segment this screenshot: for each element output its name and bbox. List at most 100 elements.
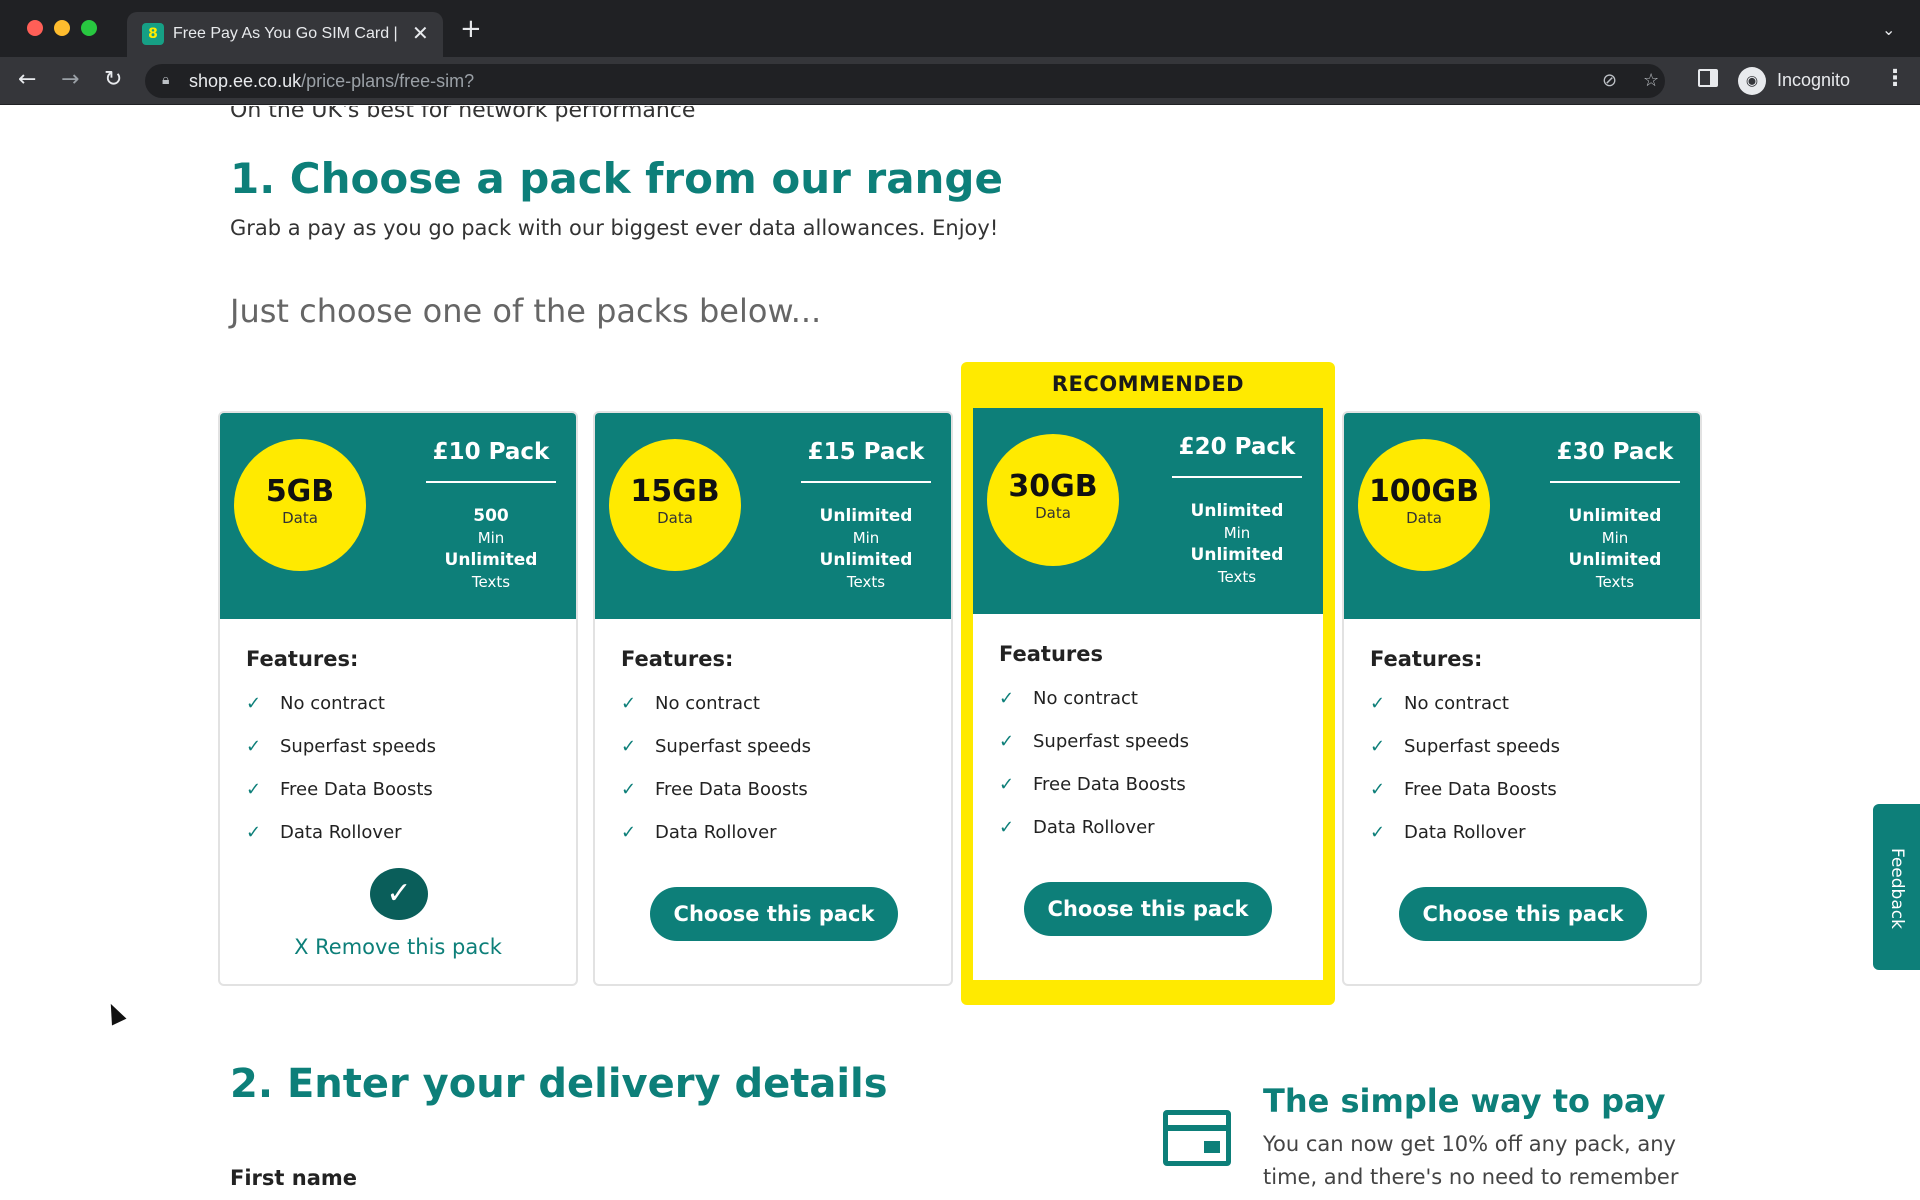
choose-prompt: Just choose one of the packs below... xyxy=(230,292,822,330)
data-amount: 15GB xyxy=(630,474,720,509)
data-allowance-badge: 100GB Data xyxy=(1358,439,1490,571)
feature-item: ✓ No contract xyxy=(246,693,385,714)
data-allowance-badge: 5GB Data xyxy=(234,439,366,571)
features-list: Features ✓ No contract ✓ Superfast speeds … xyxy=(999,642,1189,860)
pack-card-body: 30GB Data £20 Pack Unlimited Min Unlimit… xyxy=(973,408,1323,980)
texts-value: Unlimited xyxy=(1190,545,1284,565)
texts-label: Texts xyxy=(471,573,511,591)
data-amount: 5GB xyxy=(265,474,335,509)
check-icon: ✓ xyxy=(246,822,262,843)
data-label: Data xyxy=(657,509,693,527)
features-title: Features: xyxy=(621,647,734,671)
browser-tab-bar: 8 Free Pay As You Go SIM Card | ✕ + ⌄ xyxy=(0,0,1920,57)
check-icon: ✓ xyxy=(1370,779,1386,800)
pack-name: £10 Pack xyxy=(426,437,556,483)
minutes-label: Min xyxy=(852,529,880,547)
pack-name: £30 Pack xyxy=(1550,437,1680,483)
pack-header: 30GB Data £20 Pack Unlimited Min Unlimit… xyxy=(973,408,1323,614)
data-amount: 100GB xyxy=(1368,474,1480,509)
forward-arrow-icon[interactable]: → xyxy=(61,67,79,93)
tab-title: Free Pay As You Go SIM Card | xyxy=(173,25,398,42)
section-heading-delivery: 2. Enter your delivery details xyxy=(230,1061,888,1107)
features-title: Features xyxy=(999,642,1103,666)
address-bar[interactable]: 🔒︎ shop.ee.co.uk/price-plans/free-sim? ⊘… xyxy=(145,64,1665,98)
check-icon: ✓ xyxy=(1370,693,1386,714)
choose-pack-button[interactable]: Choose this pack xyxy=(650,887,898,941)
check-icon: ✓ xyxy=(1370,822,1386,843)
check-icon: ✓ xyxy=(246,693,262,714)
incognito-label[interactable]: Incognito xyxy=(1777,70,1850,91)
feature-item: ✓ Data Rollover xyxy=(621,822,777,843)
lock-icon: 🔒︎ xyxy=(162,72,170,88)
url-text: shop.ee.co.uk/price-plans/free-sim? xyxy=(189,71,475,91)
pack-card-30: 100GB Data £30 Pack Unlimited Min Unlimi… xyxy=(1342,411,1702,986)
features-title: Features: xyxy=(1370,647,1483,671)
section-subtext: Grab a pay as you go pack with our bigge… xyxy=(230,216,999,240)
remove-pack-link[interactable]: X Remove this pack xyxy=(220,935,576,959)
feature-item: ✓ Superfast speeds xyxy=(1370,736,1561,757)
pack-card-10: 5GB Data £10 Pack 500 Min Unlimited Text… xyxy=(218,411,578,986)
feature-item: ✓ Superfast speeds xyxy=(999,731,1190,752)
reload-icon[interactable]: ↻ xyxy=(104,67,122,93)
pack-allowances: £30 Pack Unlimited Min Unlimited Texts xyxy=(1550,437,1680,593)
features-list: Features: ✓ No contract ✓ Superfast speeds… xyxy=(621,647,811,865)
data-amount: 30GB xyxy=(1008,469,1098,504)
pack-header: 5GB Data £10 Pack 500 Min Unlimited Text… xyxy=(220,413,576,619)
texts-label: Texts xyxy=(1217,568,1257,586)
minutes-label: Min xyxy=(1223,524,1251,542)
browser-toolbar: ← → ↻ 🔒︎ shop.ee.co.uk/price-plans/free-… xyxy=(0,57,1920,105)
minutes-label: Min xyxy=(1601,529,1629,547)
check-icon: ✓ xyxy=(246,779,262,800)
page-content: On the UK's best for network performance… xyxy=(0,106,1920,1200)
choose-pack-button[interactable]: Choose this pack xyxy=(1399,887,1647,941)
check-icon: ✓ xyxy=(999,774,1015,795)
minutes-value: Unlimited xyxy=(1568,506,1662,526)
close-window-button[interactable] xyxy=(27,20,43,36)
pack-card-15: 15GB Data £15 Pack Unlimited Min Unlimit… xyxy=(593,411,953,986)
texts-value: Unlimited xyxy=(819,550,913,570)
back-arrow-icon[interactable]: ← xyxy=(18,67,36,93)
minutes-value: Unlimited xyxy=(1190,501,1284,521)
data-label: Data xyxy=(1406,509,1442,527)
feature-item: ✓ Free Data Boosts xyxy=(1370,779,1557,800)
more-menu-icon[interactable]: ⋮ xyxy=(1884,66,1906,91)
feature-item: ✓ Superfast speeds xyxy=(621,736,812,757)
choose-pack-button[interactable]: Choose this pack xyxy=(1024,882,1272,936)
pack-allowances: £15 Pack Unlimited Min Unlimited Texts xyxy=(801,437,931,593)
texts-label: Texts xyxy=(1595,573,1635,591)
feature-item: ✓ Superfast speeds xyxy=(246,736,437,757)
first-name-label: First name xyxy=(230,1166,357,1190)
tab-search-icon[interactable]: ⌄ xyxy=(1882,20,1895,39)
tab-close-icon[interactable]: ✕ xyxy=(412,21,429,45)
feature-item: ✓ No contract xyxy=(999,688,1138,709)
pack-card-20-recommended: RECOMMENDED 30GB Data £20 Pack Unlimited… xyxy=(961,362,1335,1005)
feature-item: ✓ Data Rollover xyxy=(999,817,1155,838)
side-panel-icon[interactable] xyxy=(1698,69,1718,87)
incognito-icon[interactable]: ◉ xyxy=(1738,67,1766,95)
features-list: Features: ✓ No contract ✓ Superfast speeds… xyxy=(246,647,436,865)
ee-favicon-icon: 8 xyxy=(142,23,164,45)
browser-tab-active[interactable]: 8 Free Pay As You Go SIM Card | ✕ xyxy=(127,12,443,57)
pack-header: 100GB Data £30 Pack Unlimited Min Unlimi… xyxy=(1344,413,1700,619)
pack-header: 15GB Data £15 Pack Unlimited Min Unlimit… xyxy=(595,413,951,619)
feature-item: ✓ Data Rollover xyxy=(1370,822,1526,843)
data-allowance-badge: 30GB Data xyxy=(987,434,1119,566)
check-icon: ✓ xyxy=(621,822,637,843)
pack-name: £15 Pack xyxy=(801,437,931,483)
check-icon: ✓ xyxy=(621,736,637,757)
credit-card-icon xyxy=(1163,1110,1231,1166)
simple-pay-text: You can now get 10% off any pack, any ti… xyxy=(1263,1132,1679,1189)
maximize-window-button[interactable] xyxy=(81,20,97,36)
feedback-label[interactable]: Feedback xyxy=(1887,848,1907,929)
eye-off-icon[interactable]: ⊘ xyxy=(1602,70,1617,91)
star-icon[interactable]: ☆ xyxy=(1643,70,1659,91)
minutes-value: 500 xyxy=(473,506,509,526)
features-list: Features: ✓ No contract ✓ Superfast speeds… xyxy=(1370,647,1560,865)
minimize-window-button[interactable] xyxy=(54,20,70,36)
new-tab-button[interactable]: + xyxy=(460,16,482,42)
feature-item: ✓ Free Data Boosts xyxy=(999,774,1186,795)
recommended-label: RECOMMENDED xyxy=(1051,372,1245,396)
data-label: Data xyxy=(1035,504,1071,522)
texts-value: Unlimited xyxy=(1568,550,1662,570)
selected-check-icon: ✓ xyxy=(370,868,428,920)
